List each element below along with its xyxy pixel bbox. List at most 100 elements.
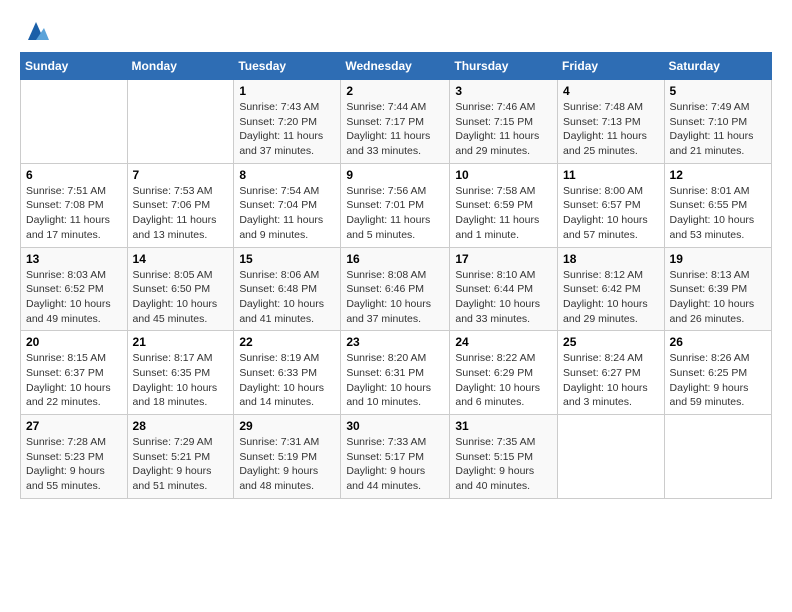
day-number: 31 <box>455 419 552 433</box>
calendar-cell: 10Sunrise: 7:58 AMSunset: 6:59 PMDayligh… <box>450 163 558 247</box>
day-info: Sunrise: 7:28 AMSunset: 5:23 PMDaylight:… <box>26 435 122 494</box>
day-number: 9 <box>346 168 444 182</box>
day-info: Sunrise: 8:13 AMSunset: 6:39 PMDaylight:… <box>670 268 766 327</box>
calendar-cell: 9 Sunrise: 7:56 AMSunset: 7:01 PMDaylight… <box>341 163 450 247</box>
day-info: Sunrise: 7:56 AMSunset: 7:01 PMDaylight:… <box>346 184 444 243</box>
calendar-cell: 26 Sunrise: 8:26 AMSunset: 6:25 PMDayligh… <box>664 331 771 415</box>
calendar-cell: 28Sunrise: 7:29 AMSunset: 5:21 PMDayligh… <box>127 415 234 499</box>
calendar-week-3: 13 Sunrise: 8:03 AMSunset: 6:52 PMDayligh… <box>21 247 772 331</box>
day-info: Sunrise: 7:58 AMSunset: 6:59 PMDaylight:… <box>455 184 552 243</box>
calendar-cell <box>558 415 665 499</box>
day-number: 26 <box>670 335 766 349</box>
calendar-cell: 25 Sunrise: 8:24 AMSunset: 6:27 PMDayligh… <box>558 331 665 415</box>
calendar-cell: 23Sunrise: 8:20 AMSunset: 6:31 PMDayligh… <box>341 331 450 415</box>
day-number: 2 <box>346 84 444 98</box>
day-number: 18 <box>563 252 659 266</box>
day-number: 13 <box>26 252 122 266</box>
day-number: 7 <box>133 168 229 182</box>
weekday-header-thursday: Thursday <box>450 53 558 80</box>
day-number: 25 <box>563 335 659 349</box>
calendar-cell: 20 Sunrise: 8:15 AMSunset: 6:37 PMDayligh… <box>21 331 128 415</box>
calendar-cell: 8Sunrise: 7:54 AMSunset: 7:04 PMDaylight… <box>234 163 341 247</box>
calendar-cell: 29Sunrise: 7:31 AMSunset: 5:19 PMDayligh… <box>234 415 341 499</box>
day-info: Sunrise: 7:44 AMSunset: 7:17 PMDaylight:… <box>346 100 444 159</box>
calendar-cell: 7 Sunrise: 7:53 AMSunset: 7:06 PMDaylight… <box>127 163 234 247</box>
day-number: 20 <box>26 335 122 349</box>
day-info: Sunrise: 8:12 AMSunset: 6:42 PMDaylight:… <box>563 268 659 327</box>
day-info: Sunrise: 8:00 AMSunset: 6:57 PMDaylight:… <box>563 184 659 243</box>
calendar-cell: 4 Sunrise: 7:48 AMSunset: 7:13 PMDaylight… <box>558 80 665 164</box>
day-number: 21 <box>133 335 229 349</box>
calendar-cell: 30Sunrise: 7:33 AMSunset: 5:17 PMDayligh… <box>341 415 450 499</box>
day-number: 16 <box>346 252 444 266</box>
day-info: Sunrise: 8:05 AMSunset: 6:50 PMDaylight:… <box>133 268 229 327</box>
day-number: 1 <box>239 84 335 98</box>
day-info: Sunrise: 8:26 AMSunset: 6:25 PMDaylight:… <box>670 351 766 410</box>
day-info: Sunrise: 7:51 AMSunset: 7:08 PMDaylight:… <box>26 184 122 243</box>
calendar-cell <box>127 80 234 164</box>
day-info: Sunrise: 7:43 AMSunset: 7:20 PMDaylight:… <box>239 100 335 159</box>
day-number: 4 <box>563 84 659 98</box>
day-info: Sunrise: 7:49 AMSunset: 7:10 PMDaylight:… <box>670 100 766 159</box>
weekday-header-tuesday: Tuesday <box>234 53 341 80</box>
weekday-header-friday: Friday <box>558 53 665 80</box>
calendar-week-1: 1 Sunrise: 7:43 AMSunset: 7:20 PMDaylight… <box>21 80 772 164</box>
day-number: 14 <box>133 252 229 266</box>
page-header <box>20 20 772 42</box>
weekday-header-saturday: Saturday <box>664 53 771 80</box>
calendar-cell: 15 Sunrise: 8:06 AMSunset: 6:48 PMDayligh… <box>234 247 341 331</box>
calendar-cell: 14 Sunrise: 8:05 AMSunset: 6:50 PMDayligh… <box>127 247 234 331</box>
calendar-cell: 2 Sunrise: 7:44 AMSunset: 7:17 PMDaylight… <box>341 80 450 164</box>
day-info: Sunrise: 8:24 AMSunset: 6:27 PMDaylight:… <box>563 351 659 410</box>
calendar-cell: 3Sunrise: 7:46 AMSunset: 7:15 PMDaylight… <box>450 80 558 164</box>
day-info: Sunrise: 8:22 AMSunset: 6:29 PMDaylight:… <box>455 351 552 410</box>
calendar-cell: 5 Sunrise: 7:49 AMSunset: 7:10 PMDaylight… <box>664 80 771 164</box>
calendar-cell: 21 Sunrise: 8:17 AMSunset: 6:35 PMDayligh… <box>127 331 234 415</box>
calendar-cell: 1 Sunrise: 7:43 AMSunset: 7:20 PMDaylight… <box>234 80 341 164</box>
day-info: Sunrise: 7:31 AMSunset: 5:19 PMDaylight:… <box>239 435 335 494</box>
day-info: Sunrise: 8:03 AMSunset: 6:52 PMDaylight:… <box>26 268 122 327</box>
calendar-week-4: 20 Sunrise: 8:15 AMSunset: 6:37 PMDayligh… <box>21 331 772 415</box>
logo <box>20 20 49 42</box>
day-info: Sunrise: 8:20 AMSunset: 6:31 PMDaylight:… <box>346 351 444 410</box>
calendar-cell: 6 Sunrise: 7:51 AMSunset: 7:08 PMDaylight… <box>21 163 128 247</box>
day-info: Sunrise: 7:54 AMSunset: 7:04 PMDaylight:… <box>239 184 335 243</box>
calendar-week-2: 6 Sunrise: 7:51 AMSunset: 7:08 PMDaylight… <box>21 163 772 247</box>
day-number: 12 <box>670 168 766 182</box>
day-info: Sunrise: 7:53 AMSunset: 7:06 PMDaylight:… <box>133 184 229 243</box>
day-number: 19 <box>670 252 766 266</box>
calendar-cell: 19 Sunrise: 8:13 AMSunset: 6:39 PMDayligh… <box>664 247 771 331</box>
calendar-cell: 24 Sunrise: 8:22 AMSunset: 6:29 PMDayligh… <box>450 331 558 415</box>
day-info: Sunrise: 8:19 AMSunset: 6:33 PMDaylight:… <box>239 351 335 410</box>
day-number: 5 <box>670 84 766 98</box>
calendar-cell: 17Sunrise: 8:10 AMSunset: 6:44 PMDayligh… <box>450 247 558 331</box>
day-number: 15 <box>239 252 335 266</box>
day-info: Sunrise: 8:06 AMSunset: 6:48 PMDaylight:… <box>239 268 335 327</box>
day-info: Sunrise: 8:17 AMSunset: 6:35 PMDaylight:… <box>133 351 229 410</box>
day-number: 11 <box>563 168 659 182</box>
day-info: Sunrise: 8:15 AMSunset: 6:37 PMDaylight:… <box>26 351 122 410</box>
day-number: 28 <box>133 419 229 433</box>
logo-icon <box>23 20 49 42</box>
day-number: 6 <box>26 168 122 182</box>
calendar-cell: 31 Sunrise: 7:35 AMSunset: 5:15 PMDayligh… <box>450 415 558 499</box>
weekday-header-monday: Monday <box>127 53 234 80</box>
day-number: 17 <box>455 252 552 266</box>
calendar-cell: 22Sunrise: 8:19 AMSunset: 6:33 PMDayligh… <box>234 331 341 415</box>
day-number: 3 <box>455 84 552 98</box>
calendar-cell <box>664 415 771 499</box>
day-number: 24 <box>455 335 552 349</box>
calendar-week-5: 27 Sunrise: 7:28 AMSunset: 5:23 PMDayligh… <box>21 415 772 499</box>
day-number: 27 <box>26 419 122 433</box>
weekday-header-wednesday: Wednesday <box>341 53 450 80</box>
calendar-cell: 11 Sunrise: 8:00 AMSunset: 6:57 PMDayligh… <box>558 163 665 247</box>
weekday-header-sunday: Sunday <box>21 53 128 80</box>
day-info: Sunrise: 7:35 AMSunset: 5:15 PMDaylight:… <box>455 435 552 494</box>
calendar-cell: 18 Sunrise: 8:12 AMSunset: 6:42 PMDayligh… <box>558 247 665 331</box>
calendar-cell: 16Sunrise: 8:08 AMSunset: 6:46 PMDayligh… <box>341 247 450 331</box>
day-info: Sunrise: 7:48 AMSunset: 7:13 PMDaylight:… <box>563 100 659 159</box>
calendar-cell: 12Sunrise: 8:01 AMSunset: 6:55 PMDayligh… <box>664 163 771 247</box>
calendar-cell: 13 Sunrise: 8:03 AMSunset: 6:52 PMDayligh… <box>21 247 128 331</box>
day-number: 30 <box>346 419 444 433</box>
calendar-cell <box>21 80 128 164</box>
